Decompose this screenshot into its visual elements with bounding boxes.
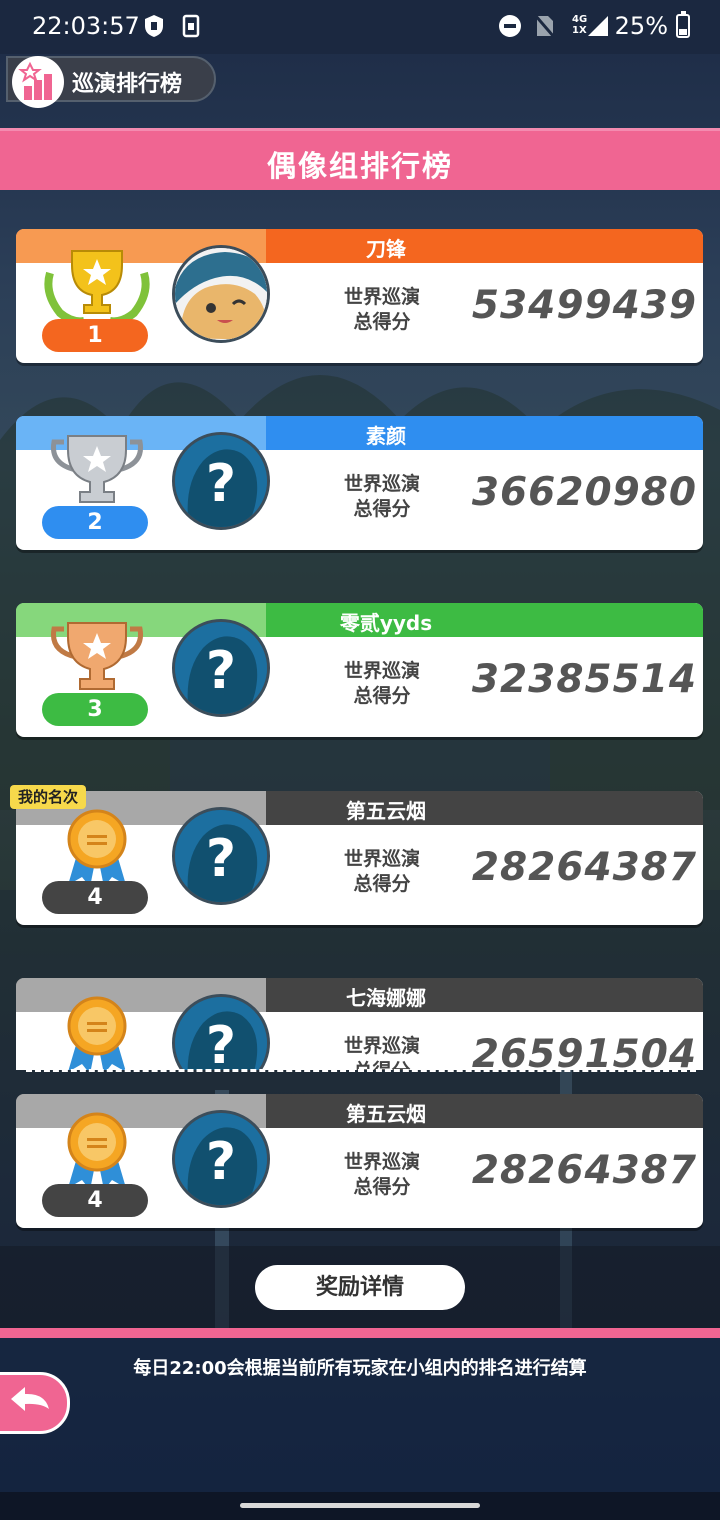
tour-tab-label: 巡演排行榜: [72, 72, 183, 97]
player-avatar: ?: [172, 432, 270, 530]
rank-badge: 4: [38, 1108, 156, 1220]
player-avatar: ?: [172, 1110, 270, 1208]
ranking-row-4[interactable]: 第五云烟 4 ? 世界巡演 总得分 28264387: [16, 791, 703, 925]
header-band: 偶像组排行榜: [0, 128, 720, 190]
svg-text:?: ?: [206, 829, 236, 889]
tour-ranking-tab[interactable]: 巡演排行榜: [6, 56, 216, 108]
reward-details-button[interactable]: 奖励详情: [255, 1265, 465, 1310]
score-label: 世界巡演总得分: [343, 286, 420, 333]
svg-text:?: ?: [206, 641, 236, 701]
silver-trophy-icon: [50, 435, 144, 503]
page-title: 偶像组排行榜: [266, 149, 453, 183]
score-label: 世界巡演总得分: [343, 848, 420, 895]
player-avatar: ?: [172, 807, 270, 905]
home-indicator[interactable]: [240, 1503, 480, 1508]
score-value: 26591504: [471, 1032, 697, 1070]
shield-icon: [145, 15, 163, 37]
row-frame: 第五云烟 4 ? 世界巡演 总得分 28264387: [16, 1094, 703, 1228]
rank-badge: [38, 992, 156, 1070]
row-frame: 素颜 2 ? 世界巡演 总得分 36620980: [16, 416, 703, 550]
score-value: 28264387: [471, 845, 697, 890]
network-type: 4G 1X: [572, 14, 588, 36]
ranking-row-5[interactable]: 七海娜娜 ? 世界巡演总得分 26591504: [16, 978, 703, 1070]
back-arrow-icon: [11, 1387, 49, 1411]
cartoon-avatar-icon: [175, 248, 267, 340]
ranking-row-2[interactable]: 素颜 2 ? 世界巡演 总得分 36620980: [16, 416, 703, 550]
rank-badge: 2: [38, 430, 156, 542]
status-bar: 22:03:57 4G 1X 25%: [0, 0, 720, 54]
score-value: 32385514: [471, 657, 697, 702]
score-label: 世界巡演总得分: [343, 1151, 420, 1198]
svg-text:?: ?: [206, 454, 236, 514]
bronze-trophy-icon: [50, 622, 144, 690]
rank-number: 1: [42, 319, 148, 352]
question-mark-avatar-icon: ?: [175, 622, 267, 714]
medal-icon: [67, 809, 127, 887]
battery-percent: 25%: [614, 12, 668, 40]
ranking-row-3[interactable]: 零贰yyds 3 ? 世界巡演 总得分 32385514: [16, 603, 703, 737]
status-time: 22:03:57: [32, 12, 140, 40]
player-avatar: ?: [172, 619, 270, 717]
system-nav-bar: [0, 1492, 720, 1520]
score-label: 世界巡演总得分: [343, 1035, 420, 1070]
score-label: 世界巡演总得分: [343, 660, 420, 707]
ranking-chart-icon: [12, 56, 64, 108]
medal-icon: [67, 1112, 127, 1190]
signal-icon: [588, 16, 608, 36]
medal-icon: [67, 996, 127, 1070]
rank-number: 3: [42, 693, 148, 726]
player-avatar: [172, 245, 270, 343]
my-rank-tag: 我的名次: [10, 785, 87, 809]
svg-text:?: ?: [206, 1132, 236, 1192]
rank-number: 4: [42, 1184, 148, 1217]
question-mark-avatar-icon: ?: [175, 1113, 267, 1205]
rank-badge: 3: [38, 617, 156, 729]
ranking-row-1[interactable]: 刀锋 1 世界巡演 总得分 53499439: [16, 229, 703, 363]
rank-number: 4: [42, 881, 148, 914]
divider-dashed: [26, 1069, 696, 1072]
back-button[interactable]: [0, 1372, 70, 1434]
score-value: 28264387: [471, 1148, 697, 1193]
sim-card-icon: [182, 14, 200, 38]
my-ranking-row[interactable]: 第五云烟 4 ? 世界巡演 总得分 28264387: [16, 1094, 703, 1228]
rank-number: 2: [42, 506, 148, 539]
do-not-disturb-icon: [499, 15, 521, 37]
question-mark-avatar-icon: ?: [175, 435, 267, 527]
battery-icon: [676, 11, 690, 38]
rank-badge: 4: [38, 805, 156, 917]
row-frame: 第五云烟 4 ? 世界巡演 总得分 28264387: [16, 791, 703, 925]
rank-badge: 1: [38, 243, 156, 355]
question-mark-avatar-icon: ?: [175, 997, 267, 1070]
row-frame: 零贰yyds 3 ? 世界巡演 总得分 32385514: [16, 603, 703, 737]
no-sim-icon: [534, 14, 554, 38]
score-value: 53499439: [471, 283, 697, 328]
question-mark-avatar-icon: ?: [175, 810, 267, 902]
gold-trophy-icon: [44, 250, 150, 326]
score-value: 36620980: [471, 470, 697, 515]
pink-divider: [0, 1328, 720, 1338]
player-avatar: ?: [172, 994, 270, 1070]
score-label: 世界巡演总得分: [343, 473, 420, 520]
svg-text:?: ?: [206, 1016, 236, 1070]
row-frame: 七海娜娜 ? 世界巡演总得分 26591504: [16, 978, 703, 1070]
row-frame: 刀锋 1 世界巡演 总得分 53499439: [16, 229, 703, 363]
settlement-note: 每日22:00会根据当前所有玩家在小组内的排名进行结算: [133, 1358, 587, 1379]
